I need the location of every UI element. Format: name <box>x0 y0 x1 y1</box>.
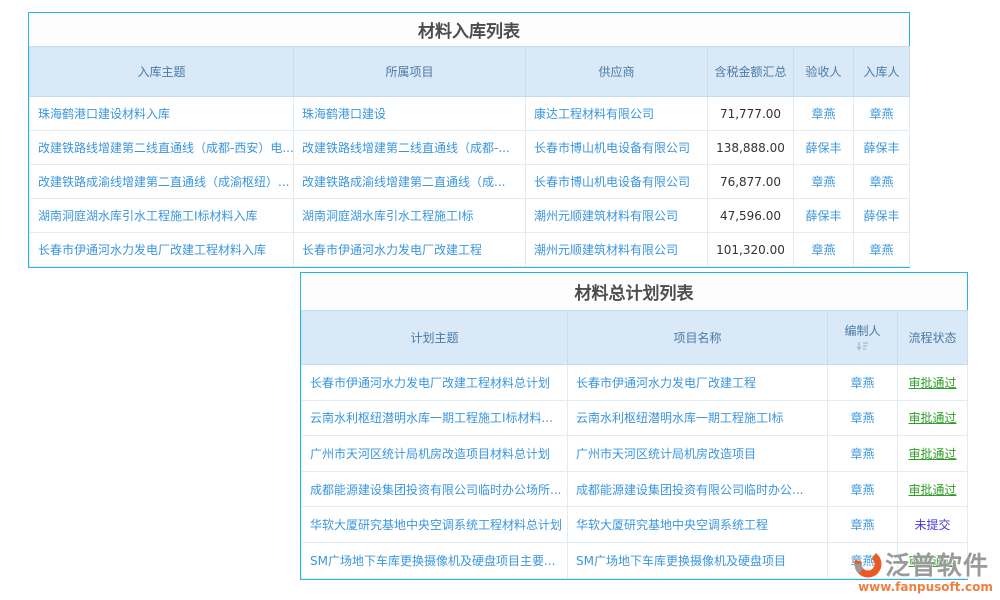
compiler-link[interactable]: 章燕 <box>850 483 874 497</box>
col-header-amount[interactable]: 含税金额汇总 <box>708 47 794 97</box>
acceptor-link[interactable]: 薛保丰 <box>805 141 841 155</box>
supplier-link[interactable]: 长春市博山机电设备有限公司 <box>534 175 690 189</box>
project-link[interactable]: 湖南洞庭湖水库引水工程施工I标 <box>302 209 474 223</box>
material-inbound-panel: 材料入库列表 入库主题 所属项目 供应商 含税金额汇总 验收人 入库人 珠海鹤港… <box>28 12 910 268</box>
amount-value: 76,877.00 <box>708 165 794 199</box>
project-link[interactable]: 改建铁路线增建第二线直通线（成都-... <box>302 141 510 155</box>
watermark-url[interactable]: www.fanpusoft.com <box>853 580 998 594</box>
table-row: 改建铁路线增建第二线直通线（成都-西安）电... 改建铁路线增建第二线直通线（成… <box>30 131 910 165</box>
stocker-link[interactable]: 章燕 <box>869 175 893 189</box>
fanpu-logo-icon <box>853 549 883 579</box>
table-row: 云南水利枢纽潜明水库一期工程施工I标材料... 云南水利枢纽潜明水库一期工程施工… <box>302 400 968 436</box>
status-badge[interactable]: 审批通过 <box>908 483 956 497</box>
col-header-stocker[interactable]: 入库人 <box>854 47 910 97</box>
col-header-supplier[interactable]: 供应商 <box>526 47 708 97</box>
project-link[interactable]: 华软大厦研究基地中央空调系统工程 <box>576 518 768 532</box>
acceptor-link[interactable]: 章燕 <box>811 243 835 257</box>
material-plan-panel: 材料总计划列表 计划主题 项目名称 编制人 <box>300 272 968 580</box>
sort-icon[interactable] <box>856 341 869 351</box>
compiler-link[interactable]: 章燕 <box>850 376 874 390</box>
plan-subject-link[interactable]: 华软大厦研究基地中央空调系统工程材料总计划 <box>310 518 562 532</box>
acceptor-link[interactable]: 薛保丰 <box>805 209 841 223</box>
status-badge[interactable]: 未提交 <box>914 518 950 532</box>
project-link[interactable]: 成都能源建设集团投资有限公司临时办公... <box>576 483 803 497</box>
compiler-link[interactable]: 章燕 <box>850 411 874 425</box>
amount-value: 71,777.00 <box>708 97 794 131</box>
project-link[interactable]: 云南水利枢纽潜明水库一期工程施工I标 <box>576 411 784 425</box>
col-header-compiler[interactable]: 编制人 <box>828 311 898 365</box>
status-badge[interactable]: 审批通过 <box>908 376 956 390</box>
project-link[interactable]: 长春市伊通河水力发电厂改建工程 <box>302 243 482 257</box>
table-row: 广州市天河区统计局机房改造项目材料总计划 广州市天河区统计局机房改造项目 章燕 … <box>302 436 968 472</box>
inbound-table-title: 材料入库列表 <box>29 13 909 46</box>
watermark-brand: 泛普软件 <box>885 546 989 582</box>
inbound-subject-link[interactable]: 湖南洞庭湖水库引水工程施工I标材料入库 <box>38 209 258 223</box>
col-header-project-name[interactable]: 项目名称 <box>568 311 828 365</box>
compiler-link[interactable]: 章燕 <box>850 518 874 532</box>
status-badge[interactable]: 审批通过 <box>908 447 956 461</box>
stocker-link[interactable]: 章燕 <box>869 243 893 257</box>
acceptor-link[interactable]: 章燕 <box>811 175 835 189</box>
plan-subject-link[interactable]: 云南水利枢纽潜明水库一期工程施工I标材料... <box>310 411 553 425</box>
compiler-link[interactable]: 章燕 <box>850 447 874 461</box>
col-header-plan-subject[interactable]: 计划主题 <box>302 311 568 365</box>
status-badge[interactable]: 审批通过 <box>908 411 956 425</box>
project-link[interactable]: 改建铁路成渝线增建第二直通线（成... <box>302 175 505 189</box>
inbound-subject-link[interactable]: 改建铁路成渝线增建第二直通线（成渝枢纽）... <box>38 175 289 189</box>
plan-header-row: 计划主题 项目名称 编制人 流程状态 <box>302 311 968 365</box>
plan-table: 计划主题 项目名称 编制人 流程状态 <box>301 310 968 579</box>
table-row: 湖南洞庭湖水库引水工程施工I标材料入库 湖南洞庭湖水库引水工程施工I标 潮州元顺… <box>30 199 910 233</box>
watermark: 泛普软件 www.fanpusoft.com <box>853 546 998 594</box>
project-link[interactable]: 广州市天河区统计局机房改造项目 <box>576 447 756 461</box>
plan-subject-link[interactable]: 长春市伊通河水力发电厂改建工程材料总计划 <box>310 376 550 390</box>
stocker-link[interactable]: 薛保丰 <box>863 141 899 155</box>
stocker-link[interactable]: 薛保丰 <box>863 209 899 223</box>
stocker-link[interactable]: 章燕 <box>869 107 893 121</box>
plan-subject-link[interactable]: 广州市天河区统计局机房改造项目材料总计划 <box>310 447 550 461</box>
amount-value: 47,596.00 <box>708 199 794 233</box>
table-row: 珠海鹤港口建设材料入库 珠海鹤港口建设 康达工程材料有限公司 71,777.00… <box>30 97 910 131</box>
supplier-link[interactable]: 长春市博山机电设备有限公司 <box>534 141 690 155</box>
project-link[interactable]: SM广场地下车库更换摄像机及硬盘项目 <box>576 554 786 568</box>
col-header-inbound-subject[interactable]: 入库主题 <box>30 47 294 97</box>
acceptor-link[interactable]: 章燕 <box>811 107 835 121</box>
table-row: 长春市伊通河水力发电厂改建工程材料入库 长春市伊通河水力发电厂改建工程 潮州元顺… <box>30 233 910 267</box>
table-row: 成都能源建设集团投资有限公司临时办公场所... 成都能源建设集团投资有限公司临时… <box>302 471 968 507</box>
inbound-header-row: 入库主题 所属项目 供应商 含税金额汇总 验收人 入库人 <box>30 47 910 97</box>
supplier-link[interactable]: 潮州元顺建筑材料有限公司 <box>534 243 678 257</box>
inbound-subject-link[interactable]: 改建铁路线增建第二线直通线（成都-西安）电... <box>38 141 294 155</box>
project-link[interactable]: 珠海鹤港口建设 <box>302 107 386 121</box>
plan-table-title: 材料总计划列表 <box>301 273 967 310</box>
inbound-subject-link[interactable]: 长春市伊通河水力发电厂改建工程材料入库 <box>38 243 266 257</box>
plan-subject-link[interactable]: SM广场地下车库更换摄像机及硬盘项目主要... <box>310 554 555 568</box>
table-row: 华软大厦研究基地中央空调系统工程材料总计划 华软大厦研究基地中央空调系统工程 章… <box>302 507 968 543</box>
plan-subject-link[interactable]: 成都能源建设集团投资有限公司临时办公场所... <box>310 483 561 497</box>
col-header-acceptor[interactable]: 验收人 <box>794 47 854 97</box>
table-row: 长春市伊通河水力发电厂改建工程材料总计划 长春市伊通河水力发电厂改建工程 章燕 … <box>302 365 968 401</box>
amount-value: 101,320.00 <box>708 233 794 267</box>
project-link[interactable]: 长春市伊通河水力发电厂改建工程 <box>576 376 756 390</box>
supplier-link[interactable]: 潮州元顺建筑材料有限公司 <box>534 209 678 223</box>
col-header-status[interactable]: 流程状态 <box>898 311 968 365</box>
inbound-table: 入库主题 所属项目 供应商 含税金额汇总 验收人 入库人 珠海鹤港口建设材料入库… <box>29 46 910 267</box>
supplier-link[interactable]: 康达工程材料有限公司 <box>534 107 654 121</box>
amount-value: 138,888.00 <box>708 131 794 165</box>
table-row: 改建铁路成渝线增建第二直通线（成渝枢纽）... 改建铁路成渝线增建第二直通线（成… <box>30 165 910 199</box>
col-header-project[interactable]: 所属项目 <box>294 47 526 97</box>
inbound-subject-link[interactable]: 珠海鹤港口建设材料入库 <box>38 107 170 121</box>
